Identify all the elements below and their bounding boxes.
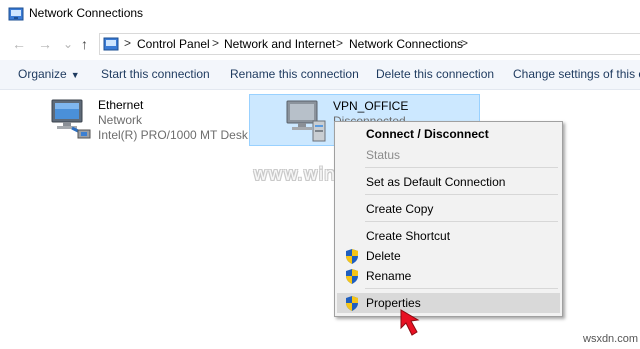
connection-item-ethernet[interactable]: Ethernet Network Intel(R) PRO/1000 MT De… [48,96,258,146]
connection-device: Intel(R) PRO/1000 MT Desk... [98,128,258,142]
control-panel-icon [103,37,119,51]
window-title: Network Connections [29,6,144,20]
rename-connection-button[interactable]: Rename this connection [230,67,359,81]
connection-name: Ethernet [98,98,144,112]
start-connection-button[interactable]: Start this connection [101,67,210,81]
menu-item-label: Create Copy [366,202,434,216]
menu-separator [365,221,558,222]
menu-item-label: Rename [366,269,412,283]
dropdown-arrow-icon: ▼ [70,70,80,80]
menu-separator [365,167,558,168]
change-settings-button[interactable]: Change settings of this co [513,67,640,81]
breadcrumb-control-panel[interactable]: Control Panel [137,37,210,51]
navigation-bar: ← → ⌄ ↑ > Control Panel > Network and In… [0,28,640,60]
connection-type: Network [98,113,143,127]
back-arrow-icon[interactable]: ← [12,36,26,52]
menu-item-create-copy[interactable]: Create Copy [337,199,560,219]
menu-item-connect-disconnect[interactable]: Connect / Disconnect [337,124,560,144]
breadcrumb-separator[interactable]: > [212,36,219,50]
ethernet-adapter-icon [51,99,91,139]
vpn-connection-icon [286,100,326,142]
menu-item-label: Set as Default Connection [366,175,506,189]
command-bar: Organize ▼ Start this connection Rename t… [0,60,640,90]
organize-label: Organize [18,67,67,81]
delete-connection-button[interactable]: Delete this connection [376,67,494,81]
menu-item-create-shortcut[interactable]: Create Shortcut [337,226,560,246]
red-arrow-pointer-icon [400,309,420,336]
up-arrow-icon[interactable]: ↑ [81,36,88,52]
breadcrumb-separator[interactable]: > [336,36,343,50]
breadcrumb-separator: > [124,36,132,50]
uac-shield-icon [346,296,358,311]
menu-separator [365,194,558,195]
site-watermark: wsxdn.com [583,333,639,345]
menu-item-properties[interactable]: Properties [337,293,560,313]
menu-item-label: Status [366,148,401,162]
menu-item-rename[interactable]: Rename [337,266,560,286]
uac-shield-icon [346,249,358,264]
menu-item-delete[interactable]: Delete [337,246,560,266]
address-bar[interactable]: > Control Panel > Network and Internet >… [99,33,640,55]
network-connections-icon [8,7,24,21]
title-bar: Network Connections [0,0,640,28]
menu-item-set-default[interactable]: Set as Default Connection [337,172,560,192]
uac-shield-icon [346,269,358,284]
recent-locations-icon[interactable]: ⌄ [63,36,73,52]
menu-item-label: Create Shortcut [366,229,451,243]
connection-name: VPN_OFFICE [333,99,409,113]
breadcrumb-separator[interactable]: > [461,36,468,50]
forward-arrow-icon[interactable]: → [38,36,52,52]
menu-item-status: Status [337,145,560,165]
menu-item-label: Delete [366,249,401,263]
organize-button[interactable]: Organize ▼ [18,67,80,81]
context-menu: Connect / Disconnect Status Set as Defau… [334,121,563,317]
menu-item-label: Connect / Disconnect [366,127,489,141]
menu-separator [365,288,558,289]
breadcrumb-network-connections[interactable]: Network Connections [349,37,463,51]
breadcrumb-network-and-internet[interactable]: Network and Internet [224,37,335,51]
